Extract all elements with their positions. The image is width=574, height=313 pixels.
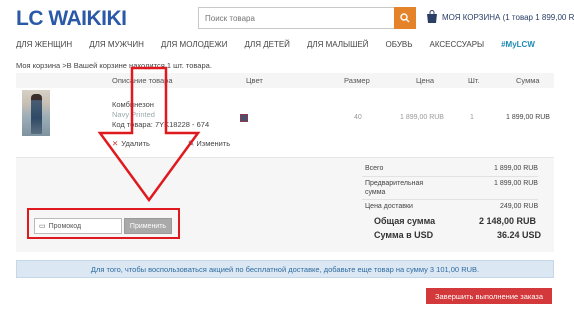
search-button[interactable] <box>394 7 416 29</box>
edit-button[interactable]: ✎ Изменить <box>188 139 230 148</box>
delete-button[interactable]: ✕ Удалить <box>112 139 150 148</box>
logo[interactable]: LC WAIKIKI <box>16 7 127 31</box>
product-image[interactable] <box>22 90 50 136</box>
breadcrumb: Моя корзина >В Вашей корзине находится 1… <box>16 61 212 70</box>
search-icon <box>400 13 410 23</box>
product-name[interactable]: Комбинезон <box>112 100 154 109</box>
nav-kids[interactable]: ДЛЯ ДЕТЕЙ <box>245 40 290 49</box>
col-color: Цвет <box>246 76 263 85</box>
grand-total-value: 2 148,00 RUB <box>479 216 537 226</box>
grand-total-label: Общая сумма <box>374 216 436 226</box>
search-box <box>198 7 416 29</box>
nav-youth[interactable]: ДЛЯ МОЛОДЕЖИ <box>161 40 228 49</box>
usd-total-label: Сумма в USD <box>374 230 434 240</box>
close-icon: ✕ <box>112 139 119 148</box>
apply-promo-button[interactable]: Применить <box>124 218 172 234</box>
search-input[interactable] <box>199 8 395 29</box>
qty-value: 1 <box>470 114 474 121</box>
subtotal-label-2: сумма <box>365 189 386 196</box>
subtotal-label-1: Предварительная <box>365 180 424 187</box>
cart-link[interactable]: МОЯ КОРЗИНА (1 товар 1 899,00 RUB) <box>426 10 574 24</box>
table-row: Комбинезон Navy Printed Код товара: 7YK1… <box>16 88 554 158</box>
usd-total-value: 36.24 USD <box>497 230 542 240</box>
shopping-bag-icon <box>427 10 437 23</box>
promo-placeholder: Промокод <box>48 222 82 230</box>
main-nav: ДЛЯ ЖЕНЩИН ДЛЯ МУЖЧИН ДЛЯ МОЛОДЕЖИ ДЛЯ Д… <box>16 40 552 49</box>
delivery-value: 249,00 RUB <box>500 203 539 210</box>
nav-mylcw[interactable]: #MyLCW <box>501 40 535 49</box>
sum-value: 1 899,00 RUB <box>506 114 550 121</box>
delete-label: Удалить <box>121 139 150 148</box>
promo-code-input[interactable]: ▭ Промокод <box>34 218 122 234</box>
col-sum: Сумма <box>516 76 540 85</box>
total-label: Всего <box>365 165 384 172</box>
size-value: 40 <box>354 114 362 121</box>
col-size: Размер <box>344 76 370 85</box>
edit-label: Изменить <box>196 139 231 148</box>
price-value: 1 899,00 RUB <box>400 114 444 121</box>
col-description: Описание товара <box>112 76 173 85</box>
checkout-button[interactable]: Завершить выполнение заказа <box>426 288 552 304</box>
col-price: Цена <box>416 76 435 85</box>
nav-babies[interactable]: ДЛЯ МАЛЫШЕЙ <box>307 40 369 49</box>
free-delivery-notice: Для того, чтобы воспользоваться акцией п… <box>16 260 554 278</box>
table-header: Описание товара Цвет Размер Цена Шт. Сум… <box>16 73 554 88</box>
product-color-name: Navy Printed <box>112 110 155 119</box>
product-code: Код товара: 7YK18228 - 674 <box>112 120 210 129</box>
nav-men[interactable]: ДЛЯ МУЖЧИН <box>89 40 144 49</box>
cart-label: МОЯ КОРЗИНА (1 товар 1 899,00 RUB) <box>442 12 574 22</box>
col-qty: Шт. <box>468 76 480 85</box>
subtotal-value: 1 899,00 RUB <box>494 180 538 187</box>
nav-women[interactable]: ДЛЯ ЖЕНЩИН <box>16 40 72 49</box>
total-value: 1 899,00 RUB <box>494 165 538 172</box>
nav-shoes[interactable]: ОБУВЬ <box>386 40 413 49</box>
delivery-label: Цена доставки <box>365 203 413 210</box>
ticket-icon: ▭ <box>39 223 46 230</box>
nav-accessories[interactable]: АКСЕССУАРЫ <box>430 40 485 49</box>
color-swatch <box>240 114 248 122</box>
